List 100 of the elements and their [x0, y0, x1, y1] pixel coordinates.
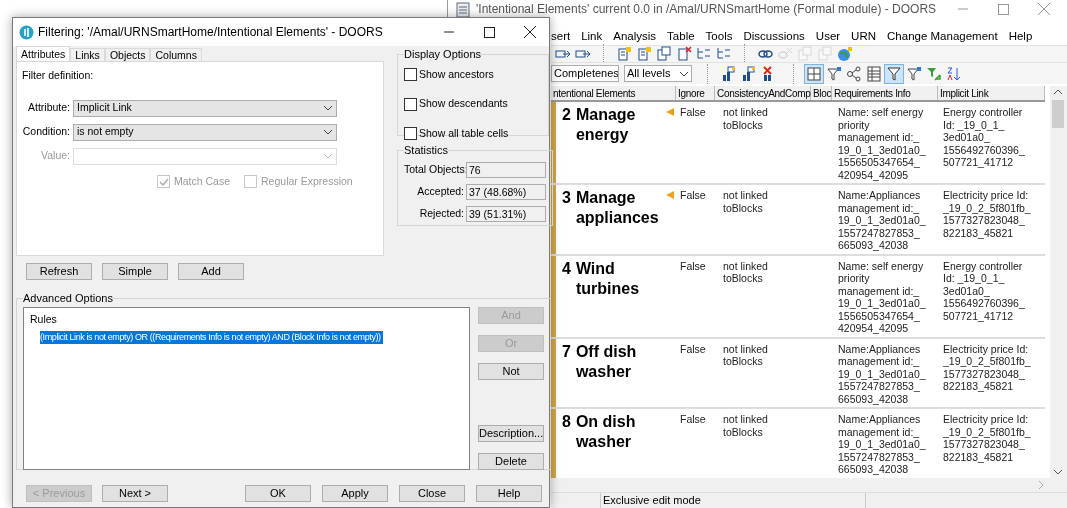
stat-field: 37 (48.68%): [466, 183, 546, 200]
table-cell-text: Energy controller Id: _19_0_1_ 3ed01a0_ 1556492760396_ 507721_41712: [943, 259, 1026, 322]
table-cell-text: not linked toBlocks: [723, 259, 769, 285]
dialog-button[interactable]: Help: [476, 485, 542, 502]
dialog-button[interactable]: Description...: [478, 424, 544, 442]
dialog-button[interactable]: Next >: [102, 485, 168, 502]
checkbox-label: Show descendants: [419, 96, 508, 112]
heading-number: 3: [562, 188, 571, 208]
rule-item[interactable]: (Implicit Link is not empty) OR ((Requirements Info is not empty) AND (Block Info is not empty)): [40, 331, 383, 345]
dialog-button[interactable]: Simple: [102, 263, 168, 280]
column-header[interactable]: ntentional Elements: [551, 86, 676, 100]
menu-item[interactable]: Help: [1008, 27, 1033, 46]
checkbox-label: Show ancestors: [419, 66, 494, 82]
group-label: Statistics: [404, 143, 448, 158]
checkbox[interactable]: [404, 67, 417, 81]
menu-item[interactable]: Discussions: [743, 27, 805, 46]
heading-number: 2: [562, 105, 571, 125]
stat-field: 39 (51.31%): [466, 205, 546, 222]
checkbox-label: Match Case: [174, 173, 231, 189]
table-cell-text: Name: self energy priority management id:_ 19_0_1_3ed01a0_ 1556505347654_ 420954_42095: [838, 106, 927, 181]
dialog-button[interactable]: Refresh: [26, 263, 92, 280]
tab[interactable]: Columns: [150, 48, 202, 61]
table-cell-text: not linked toBlocks: [723, 106, 769, 131]
heading-text: Wind turbines: [575, 258, 641, 299]
column-header[interactable]: ConsistencyAndComp: [715, 86, 811, 100]
menu-item[interactable]: Table: [667, 27, 695, 46]
field-label: Condition:: [22, 124, 70, 140]
table-cell-text: not linked toBlocks: [723, 342, 769, 368]
view-dropdown[interactable]: Completenes: [551, 65, 619, 82]
checkbox-label: Regular Expression: [261, 173, 353, 189]
heading-text: On dish washer: [575, 412, 637, 452]
dialog-button[interactable]: Apply: [322, 485, 388, 502]
tab[interactable]: Attributes: [16, 46, 71, 61]
stat-label: Rejected:: [418, 205, 464, 221]
table-cell-text: not linked toBlocks: [723, 413, 769, 438]
table-cell: False: [680, 342, 706, 355]
checkbox[interactable]: [404, 127, 417, 141]
table-cell: False: [680, 413, 706, 425]
heading-number: 7: [562, 341, 571, 362]
dialog-button[interactable]: Add: [178, 263, 244, 280]
view-dropdown[interactable]: All levels: [624, 65, 692, 82]
table-cell: False: [680, 189, 706, 201]
dialog-button[interactable]: OK: [245, 485, 311, 502]
filter-icon[interactable]: [884, 63, 904, 84]
menu-item[interactable]: User: [815, 27, 841, 46]
tab[interactable]: Objects: [104, 48, 151, 61]
table-cell-text: Energy controller Id: _19_0_1_ 3ed01a0_ 1556492760396_ 507721_41712: [943, 106, 1026, 169]
table-cell-text: Electricity price Id: _19_0_2_5f801fb_ 1577327823048_ 822183_45821: [943, 342, 1032, 393]
heading-number: 4: [562, 258, 571, 279]
select-field[interactable]: is not empty: [73, 123, 337, 141]
dialog-button[interactable]: Delete: [478, 452, 544, 470]
dialog-button[interactable]: Not: [478, 362, 544, 380]
dialog-button[interactable]: Close: [399, 485, 465, 502]
table-cell-text: Name:Appliances management id:_ 19_0_1_3ed01a0_ 1557247827853_ 665093_42038: [838, 342, 927, 405]
menu-item[interactable]: Tools: [705, 27, 733, 46]
table-cell-text: Electricity price Id: _19_0_2_5f801fb_ 1577327823048_ 822183_45821: [943, 413, 1032, 463]
horizontal-scrollbar[interactable]: [551, 478, 1067, 492]
table-cell: False: [680, 106, 706, 118]
menu-item[interactable]: Change Management: [887, 27, 998, 46]
menu-item[interactable]: URN: [851, 27, 877, 46]
heading-number: 8: [562, 412, 571, 432]
document-icon[interactable]: [654, 44, 674, 64]
table-icon[interactable]: [864, 63, 884, 84]
window-title: Filtering: '/Amal/URNSmartHome/Intentional Elements' - DOORS: [38, 24, 383, 41]
list-header: Rules: [30, 311, 58, 327]
group-label: Advanced Options: [23, 291, 113, 306]
column-header[interactable]: Bloc: [811, 86, 832, 100]
column-header[interactable]: Requirements Info: [832, 86, 938, 100]
stat-label: Accepted:: [416, 183, 464, 199]
table-cell: False: [680, 259, 706, 272]
menu-item[interactable]: Link: [581, 27, 603, 46]
table-cell-text: Name:Appliances management id:_ 19_0_1_3ed01a0_ 1557247827853_ 665093_42038: [838, 413, 927, 476]
field-label: Attribute:: [26, 100, 70, 116]
section-label: Filter definition:: [22, 68, 95, 83]
table-cell-text: Name:Appliances management id:_ 19_0_1_3ed01a0_ 1557247827853_ 665093_42038: [838, 189, 927, 252]
window-title: 'Intentional Elements' current 0.0 in /Amal/URNSmartHome (Formal module) - DOORS: [476, 2, 937, 16]
column-header[interactable]: Implicit Link: [938, 86, 1045, 100]
heading-text: Manage energy: [575, 105, 637, 145]
select-field[interactable]: Implicit Link: [73, 99, 337, 117]
field-label: Value:: [40, 148, 70, 164]
vertical-scrollbar[interactable]: [1049, 86, 1067, 478]
status-text: Exclusive edit mode: [601, 493, 866, 508]
checkbox[interactable]: [404, 97, 417, 111]
stat-field: 76: [466, 161, 546, 178]
menu-item[interactable]: Analysis: [613, 27, 657, 46]
branch-icon[interactable]: [844, 63, 864, 84]
column-header[interactable]: Ignore: [676, 86, 715, 100]
table-cell-text: Name: self energy priority management id:_ 19_0_1_3ed01a0_ 1556505347654_ 420954_42095: [838, 259, 927, 335]
tab[interactable]: Links: [70, 48, 105, 61]
stat-label: Total Objects:: [404, 161, 464, 177]
heading-text: Manage appliances: [575, 188, 660, 228]
table-cell-text: not linked toBlocks: [723, 189, 769, 214]
heading-text: Off dish washer: [575, 341, 638, 382]
table-cell-text: Electricity price Id: _19_0_2_5f801fb_ 1577327823048_ 822183_45821: [943, 189, 1032, 239]
checkbox-label: Show all table cells: [419, 126, 509, 141]
scroll-thumb[interactable]: [1052, 100, 1065, 128]
globe-icon[interactable]: [835, 44, 855, 64]
app-icon: [19, 24, 34, 40]
menu-item[interactable]: sert: [551, 27, 571, 46]
split-view-icon[interactable]: [804, 63, 824, 84]
